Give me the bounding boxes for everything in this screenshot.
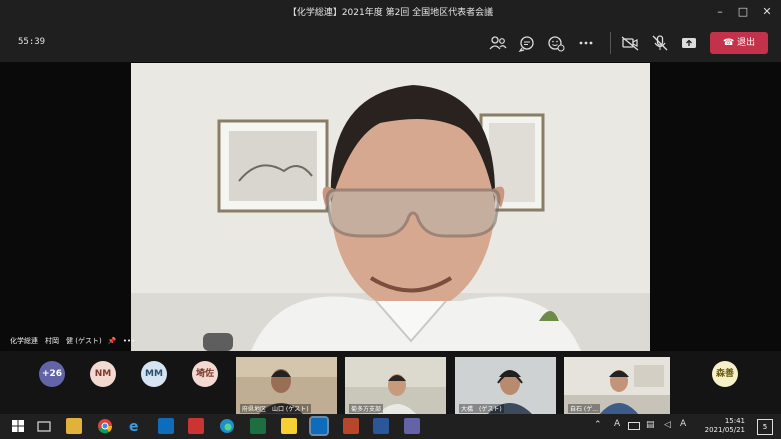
notifications-button[interactable]: 5 (757, 419, 773, 435)
participant-name: 自石 (ゲ... (568, 404, 600, 413)
phone-hangup-icon: ☎ (722, 38, 735, 48)
volume-icon[interactable]: ◁ (664, 420, 671, 430)
camera-off-icon (621, 36, 639, 51)
share-screen-icon (682, 38, 696, 48)
participant-name: 府県地区 山口 (ゲスト) (240, 404, 311, 413)
outlook-icon[interactable] (158, 418, 174, 434)
participant-avatar[interactable]: 埼佐 (192, 361, 218, 387)
participant-avatar[interactable]: 森善 (712, 361, 738, 387)
internet-explorer-icon[interactable]: e (127, 418, 143, 435)
overflow-participants-badge[interactable]: +26 (39, 361, 65, 387)
reactions-button[interactable] (545, 33, 567, 53)
ime-indicator[interactable]: A (680, 419, 686, 429)
participant-tile[interactable]: 大橋 (ゲスト) (455, 357, 556, 415)
toolbar-divider (610, 32, 611, 54)
battery-icon[interactable] (628, 422, 640, 430)
svg-text:e: e (129, 419, 139, 434)
sticky-notes-icon[interactable] (281, 418, 297, 434)
main-stage: 化学総連 村岡 健 (ゲスト) 📌 ••• (0, 62, 781, 351)
people-icon (489, 36, 507, 50)
more-options-icon[interactable]: ••• (123, 337, 135, 345)
acrobat-icon[interactable] (188, 418, 204, 434)
system-clock[interactable]: 15:41 2021/05/21 (700, 417, 745, 435)
speaker-video-frame (131, 63, 650, 351)
share-content-button[interactable] (678, 33, 700, 53)
camera-toggle-button[interactable] (619, 33, 641, 53)
font-indicator[interactable]: A (614, 419, 620, 429)
close-window-button[interactable]: ✕ (757, 2, 777, 22)
chat-icon (518, 36, 534, 52)
windows-start-icon[interactable] (10, 418, 26, 434)
participant-tile[interactable]: 菊多方支部 (345, 357, 446, 415)
speaker-name: 化学総連 村岡 健 (ゲスト) (10, 337, 102, 345)
file-explorer-icon[interactable] (66, 418, 82, 434)
participant-avatar[interactable]: NM (90, 361, 116, 387)
tray-chevron-icon[interactable]: ⌃ (594, 420, 602, 430)
chrome-icon[interactable] (97, 418, 113, 434)
edge-icon[interactable] (219, 418, 235, 434)
pin-icon[interactable]: 📌 (108, 337, 117, 345)
participant-strip: +26 NM MM 埼佐 府県地区 山口 (ゲスト) 菊多方支部 大橋 (ゲスト… (0, 351, 781, 415)
maximize-button[interactable]: □ (733, 2, 753, 22)
window-title: 【化学総連】2021年度 第2回 全国地区代表者会議 (287, 8, 494, 18)
speaker-video (131, 63, 650, 351)
chat-button[interactable] (516, 33, 538, 53)
windows-taskbar: e ⌃ A ▤ ◁ A 15:41 2021/05/21 5 (0, 414, 781, 439)
participant-avatar[interactable]: MM (141, 361, 167, 387)
meeting-toolbar: 55:39 ☎ 退出 (0, 24, 781, 62)
app-icon[interactable] (343, 418, 359, 434)
network-icon[interactable]: ▤ (646, 420, 655, 430)
word-icon[interactable] (373, 418, 389, 434)
excel-icon[interactable] (250, 418, 266, 434)
participant-name: 大橋 (ゲスト) (459, 404, 504, 413)
speaker-name-tag: 化学総連 村岡 健 (ゲスト) 📌 ••• (10, 336, 135, 346)
leave-button[interactable]: ☎ 退出 (710, 32, 768, 54)
mic-off-icon (652, 35, 668, 51)
leave-label: 退出 (737, 38, 756, 48)
mic-toggle-button[interactable] (649, 33, 671, 53)
clock-date: 2021/05/21 (704, 426, 745, 434)
more-actions-button[interactable] (575, 33, 597, 53)
task-view-icon[interactable] (36, 418, 52, 434)
participant-name: 菊多方支部 (349, 404, 384, 413)
title-bar: 【化学総連】2021年度 第2回 全国地区代表者会議 – □ ✕ (0, 0, 781, 24)
minimize-button[interactable]: – (710, 2, 730, 22)
outlook-active-icon[interactable] (309, 416, 329, 436)
participant-tile[interactable]: 自石 (ゲ... (564, 357, 670, 415)
participants-button[interactable] (487, 33, 509, 53)
notification-count: 5 (762, 423, 768, 431)
clock-time: 15:41 (724, 417, 745, 425)
raise-hand-icon (548, 36, 565, 52)
participant-tile[interactable]: 府県地区 山口 (ゲスト) (236, 357, 337, 415)
meeting-timer: 55:39 (18, 37, 46, 47)
teams-icon[interactable] (404, 418, 420, 434)
more-icon (579, 41, 593, 45)
